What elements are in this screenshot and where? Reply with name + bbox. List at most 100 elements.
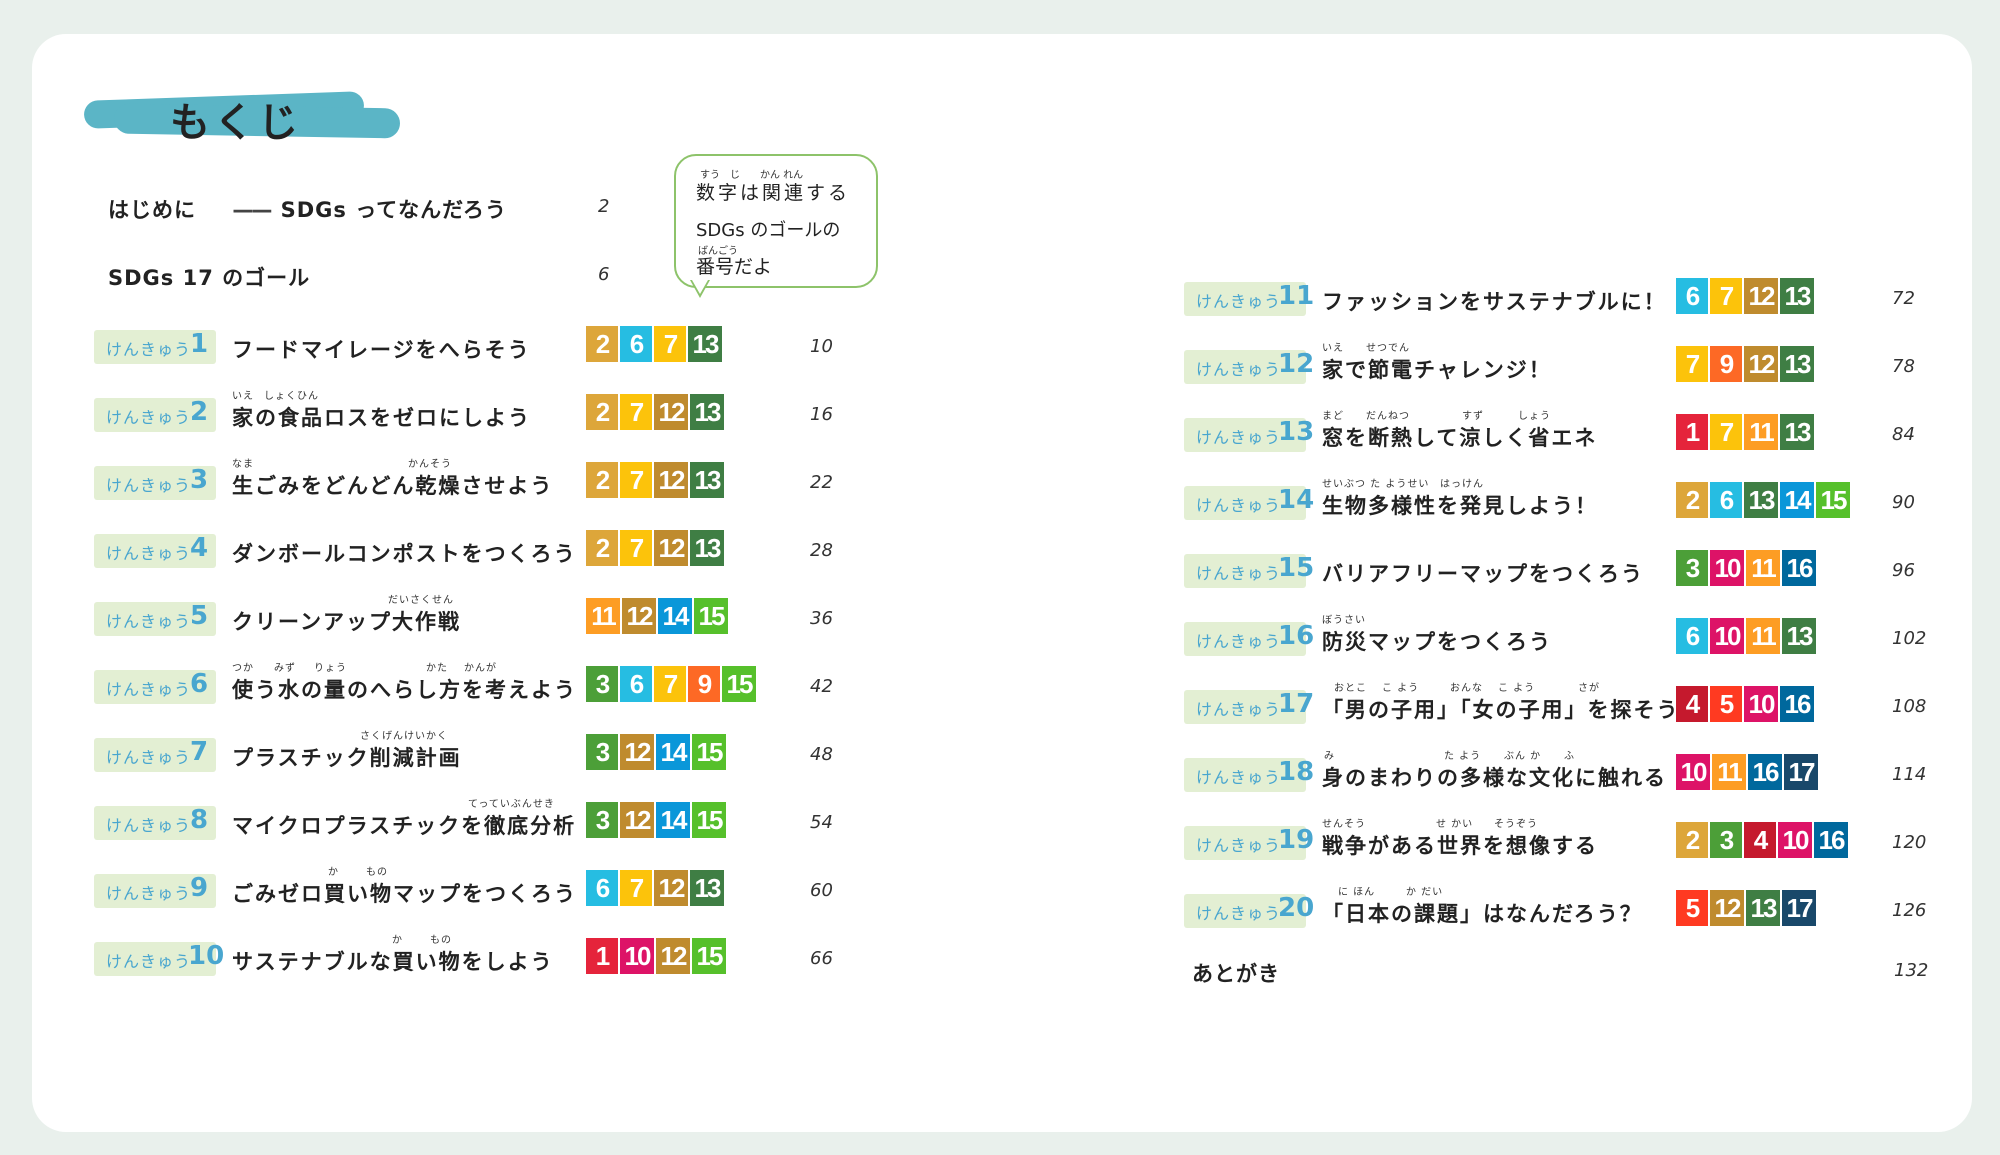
sdg-goal-15-icon: 15 xyxy=(1816,482,1850,518)
kenkyu-badge: けんきゅう 9 xyxy=(94,873,216,908)
sdg-goal-13-icon: 13 xyxy=(1744,482,1778,518)
sdg-goal-11-icon: 11 xyxy=(1712,754,1746,790)
sdg-goal-17-icon: 17 xyxy=(1784,754,1818,790)
furigana: かんが xyxy=(464,663,497,674)
page-number: 60 xyxy=(810,880,833,901)
page-number: 84 xyxy=(1892,424,1915,445)
furigana: み xyxy=(1324,751,1335,762)
goals17-label[interactable]: SDGs 17 のゴール xyxy=(108,262,310,292)
kenkyu-number: 14 xyxy=(1278,485,1315,515)
kenkyu-badge: けんきゅう 13 xyxy=(1184,417,1314,452)
sdg-goal-icons: 4 5 10 16 xyxy=(1676,686,1814,722)
sdg-goal-icons: 3 6 7 9 15 xyxy=(586,666,756,702)
entry-title: 防災マップをつくろう xyxy=(1322,630,1552,654)
kenkyu-number: 7 xyxy=(190,737,209,767)
sdg-goal-icons: 6 7 12 13 xyxy=(1676,278,1814,314)
intro-subtitle: SDGs ってなんだろう xyxy=(280,198,507,222)
sdg-goal-icons: 2 6 13 14 15 xyxy=(1676,482,1850,518)
sdg-goal-13-icon: 13 xyxy=(690,462,724,498)
sdg-goal-10-icon: 10 xyxy=(1744,686,1778,722)
furigana: おとこ xyxy=(1334,683,1367,694)
afterword-label[interactable]: あとがき xyxy=(1192,958,1280,988)
sdg-goal-12-icon: 12 xyxy=(620,802,654,838)
sdg-goal-16-icon: 16 xyxy=(1780,686,1814,722)
sdg-goal-9-icon: 9 xyxy=(1710,346,1742,382)
kenkyu-label: けんきゅう xyxy=(1196,700,1282,719)
bubble-line: SDGs のゴールの xyxy=(696,220,841,241)
kenkyu-label: けんきゅう xyxy=(106,544,192,563)
page-number: 16 xyxy=(810,404,833,425)
sdg-goal-icons: 2 3 4 10 16 xyxy=(1676,822,1848,858)
sdg-goal-10-icon: 10 xyxy=(1778,822,1812,858)
furigana: いえ xyxy=(232,391,254,402)
kenkyu-badge: けんきゅう 18 xyxy=(1184,757,1314,792)
furigana: りょう xyxy=(314,663,347,674)
sdg-goal-icons: 2 7 12 13 xyxy=(586,530,724,566)
furigana: まど xyxy=(1322,411,1344,422)
furigana: た よう xyxy=(1444,751,1482,762)
kenkyu-label: けんきゅう xyxy=(106,748,192,767)
page-number: 42 xyxy=(810,676,833,697)
sdg-goal-13-icon: 13 xyxy=(690,394,724,430)
kenkyu-label: けんきゅう xyxy=(106,952,192,971)
kenkyu-number: 20 xyxy=(1278,893,1315,923)
page-number: 126 xyxy=(1892,900,1927,921)
sdg-goal-12-icon: 12 xyxy=(654,462,688,498)
toc-title: もくじ xyxy=(170,100,302,146)
sdg-goal-2-icon: 2 xyxy=(1676,822,1708,858)
furigana: さが xyxy=(1578,683,1600,694)
page-number: 48 xyxy=(810,744,833,765)
intro-label: はじめに xyxy=(108,198,196,222)
entry-title: サステナブルな買い物をしよう xyxy=(232,950,554,974)
kenkyu-badge: けんきゅう 3 xyxy=(94,465,216,500)
sdg-goal-6-icon: 6 xyxy=(1710,482,1742,518)
sdg-goal-icons: 11 12 14 15 xyxy=(586,598,728,634)
sdg-goal-10-icon: 10 xyxy=(1676,754,1710,790)
kenkyu-label: けんきゅう xyxy=(1196,292,1282,311)
intro-dash: —— xyxy=(232,198,272,222)
sdg-goal-3-icon: 3 xyxy=(586,734,618,770)
kenkyu-number: 19 xyxy=(1278,825,1315,855)
sdg-goal-12-icon: 12 xyxy=(656,938,690,974)
sdg-goal-14-icon: 14 xyxy=(656,802,690,838)
sdg-goal-16-icon: 16 xyxy=(1782,550,1816,586)
sdg-goal-7-icon: 7 xyxy=(620,870,652,906)
sdg-goal-12-icon: 12 xyxy=(654,870,688,906)
furigana: ふ xyxy=(1564,751,1575,762)
furigana: つか xyxy=(232,663,254,674)
intro-entry[interactable]: はじめに —— SDGs ってなんだろう xyxy=(108,194,507,224)
entry-title: 生ごみをどんどん乾燥させよう xyxy=(232,474,554,498)
kenkyu-label: けんきゅう xyxy=(106,816,192,835)
furigana: さくげんけいかく xyxy=(360,731,448,742)
entry-title: 家の食品ロスをゼロにしよう xyxy=(232,406,531,430)
entry-title: フードマイレージをへらそう xyxy=(232,338,531,362)
sdg-goal-14-icon: 14 xyxy=(1780,482,1814,518)
entry-title: ごみゼロ買い物マップをつくろう xyxy=(232,882,577,906)
sdg-goal-icons: 1 7 11 13 xyxy=(1676,414,1814,450)
sdg-goal-12-icon: 12 xyxy=(1744,278,1778,314)
page-number: 102 xyxy=(1892,628,1927,649)
sdg-goal-2-icon: 2 xyxy=(586,326,618,362)
sdg-goal-11-icon: 11 xyxy=(1746,550,1780,586)
sdg-goal-5-icon: 5 xyxy=(1710,686,1742,722)
furigana: かんそう xyxy=(408,459,452,470)
sdg-goal-2-icon: 2 xyxy=(586,462,618,498)
sdg-goal-10-icon: 10 xyxy=(1710,618,1744,654)
kenkyu-label: けんきゅう xyxy=(1196,564,1282,583)
page-number: 36 xyxy=(810,608,833,629)
sdg-goal-13-icon: 13 xyxy=(690,530,724,566)
furigana: だいさくせん xyxy=(388,595,454,606)
sdg-goal-13-icon: 13 xyxy=(1780,414,1814,450)
bubble-line: 数字は関連する xyxy=(696,182,851,204)
kenkyu-badge: けんきゅう 11 xyxy=(1184,281,1314,316)
kenkyu-label: けんきゅう xyxy=(106,884,192,903)
sdg-goal-11-icon: 11 xyxy=(1744,414,1778,450)
afterword-page: 132 xyxy=(1894,960,1929,981)
sdg-goal-icons: 6 10 11 13 xyxy=(1676,618,1816,654)
sdg-goal-icons: 2 7 12 13 xyxy=(586,462,724,498)
sdg-goal-13-icon: 13 xyxy=(690,870,724,906)
entry-title: 「男の子用」「女の子用」を探そう xyxy=(1322,698,1680,722)
bubble-line: 番号だよ xyxy=(696,256,773,278)
sdg-goal-2-icon: 2 xyxy=(586,530,618,566)
furigana: すず xyxy=(1462,411,1484,422)
